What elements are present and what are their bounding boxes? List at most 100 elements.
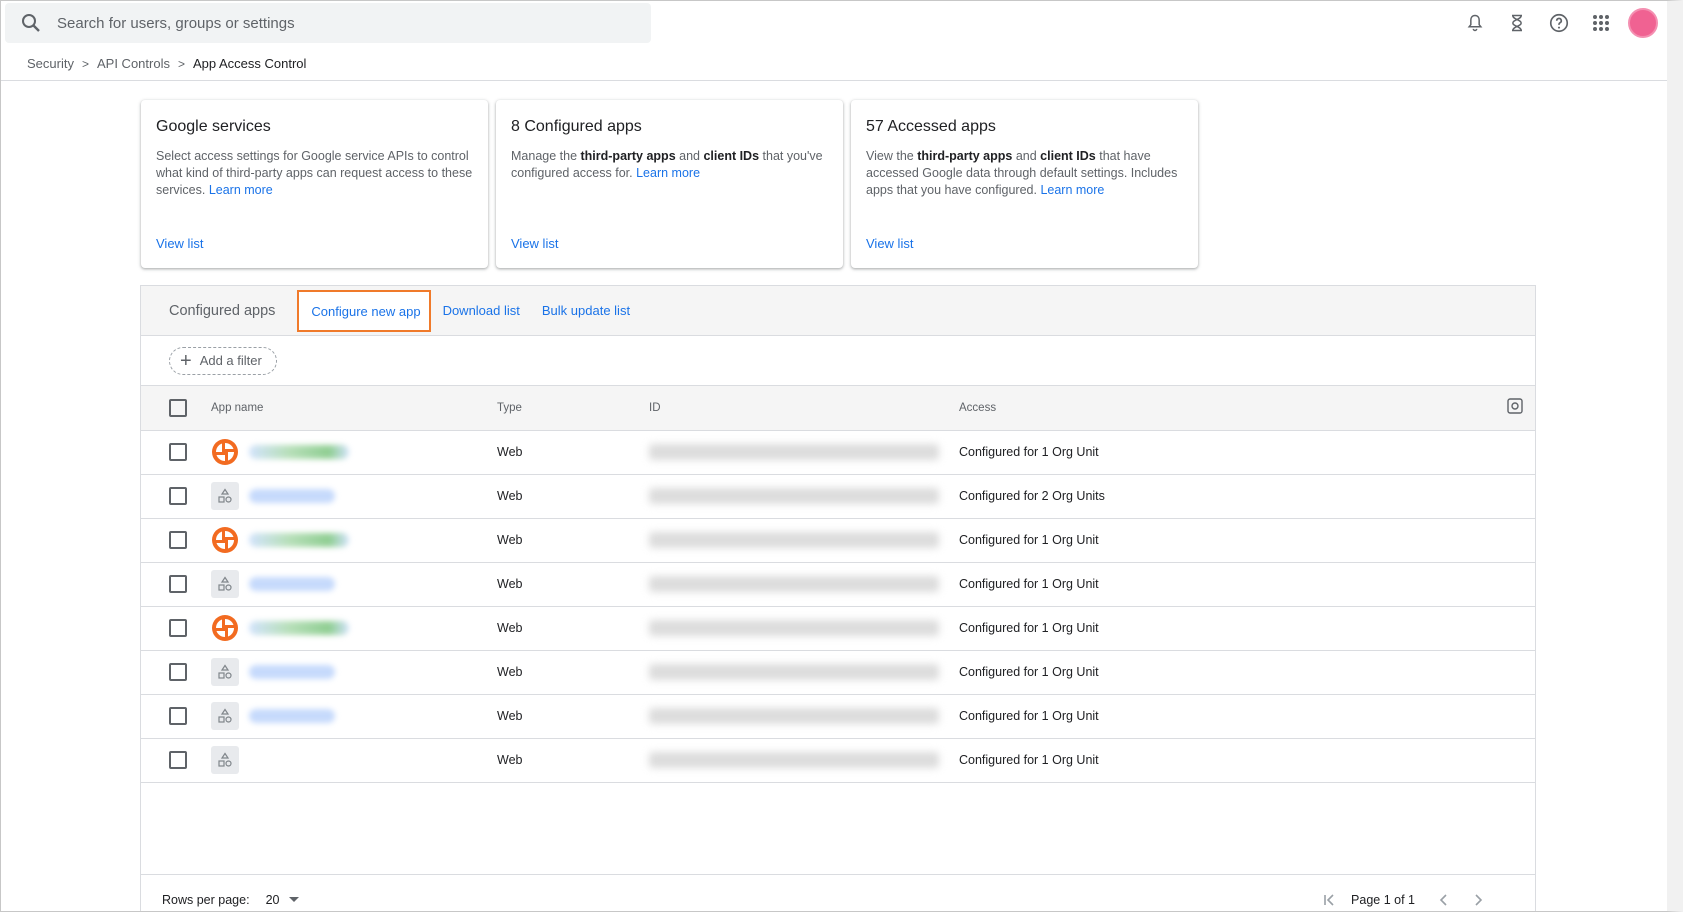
configure-new-app-button[interactable]: Configure new app bbox=[297, 289, 431, 332]
panel-header: Configured apps Configure new app Downlo… bbox=[141, 286, 1535, 336]
table-row[interactable]: Web Configured for 1 Org Unit bbox=[141, 738, 1535, 782]
apps-grid-icon[interactable] bbox=[1580, 5, 1622, 41]
view-list-link[interactable]: View list bbox=[511, 236, 558, 251]
redacted-client-id bbox=[649, 620, 939, 636]
generic-app-icon bbox=[211, 702, 239, 730]
learn-more-link[interactable]: Learn more bbox=[209, 183, 273, 197]
row-checkbox[interactable] bbox=[169, 575, 187, 593]
row-access: Configured for 2 Org Units bbox=[959, 489, 1105, 503]
redacted-app-name[interactable] bbox=[249, 621, 349, 635]
search-box[interactable] bbox=[5, 3, 651, 43]
redacted-app-name[interactable] bbox=[249, 445, 349, 459]
rows-per-page: Rows per page: 20 bbox=[162, 892, 300, 907]
chevron-right-icon: > bbox=[177, 56, 185, 71]
configured-apps-panel: Configured apps Configure new app Downlo… bbox=[140, 285, 1536, 912]
row-type: Web bbox=[497, 445, 523, 459]
redacted-app-name[interactable] bbox=[249, 665, 335, 679]
page-label: Page 1 of 1 bbox=[1351, 892, 1415, 907]
row-checkbox[interactable] bbox=[169, 487, 187, 505]
table-footer: Rows per page: 20 Page 1 of 1 bbox=[141, 874, 1535, 912]
column-access[interactable]: Access bbox=[959, 386, 1442, 430]
row-checkbox[interactable] bbox=[169, 531, 187, 549]
table-row[interactable]: Web Configured for 1 Org Unit bbox=[141, 694, 1535, 738]
row-checkbox[interactable] bbox=[169, 707, 187, 725]
redacted-app-name[interactable] bbox=[249, 577, 335, 591]
redacted-app-name[interactable] bbox=[249, 533, 349, 547]
card-accessed-apps: 57 Accessed apps View the third-party ap… bbox=[851, 100, 1198, 268]
generic-app-icon bbox=[211, 482, 239, 510]
column-type[interactable]: Type bbox=[497, 386, 649, 430]
row-access: Configured for 1 Org Unit bbox=[959, 445, 1099, 459]
redacted-app-name[interactable] bbox=[249, 709, 335, 723]
row-checkbox[interactable] bbox=[169, 443, 187, 461]
row-access: Configured for 1 Org Unit bbox=[959, 533, 1099, 547]
filter-row: + Add a filter bbox=[141, 336, 1535, 386]
table-row[interactable]: Web Configured for 1 Org Unit bbox=[141, 606, 1535, 650]
rows-per-page-value: 20 bbox=[265, 892, 280, 907]
caret-down-icon bbox=[289, 897, 300, 902]
table-row[interactable]: Web Configured for 1 Org Unit bbox=[141, 562, 1535, 606]
card-title: 57 Accessed apps bbox=[866, 118, 996, 135]
breadcrumb-api-controls[interactable]: API Controls bbox=[97, 56, 170, 71]
bell-icon[interactable] bbox=[1454, 5, 1496, 41]
bulk-update-list-button[interactable]: Bulk update list bbox=[542, 303, 630, 318]
column-app-name[interactable]: App name bbox=[211, 386, 497, 430]
orange-swirl-icon bbox=[211, 526, 239, 554]
row-type: Web bbox=[497, 709, 523, 723]
download-list-button[interactable]: Download list bbox=[443, 303, 520, 318]
add-filter-button[interactable]: + Add a filter bbox=[169, 346, 277, 375]
rows-per-page-label: Rows per page: bbox=[162, 892, 250, 907]
row-type: Web bbox=[497, 577, 523, 591]
next-page-icon[interactable] bbox=[1461, 885, 1495, 912]
generic-app-icon bbox=[211, 746, 239, 774]
table-header-row: App name Type ID Access bbox=[141, 386, 1535, 430]
redacted-client-id bbox=[649, 488, 939, 504]
table-row[interactable]: Web Configured for 1 Org Unit bbox=[141, 650, 1535, 694]
table-row[interactable]: Web Configured for 2 Org Units bbox=[141, 474, 1535, 518]
table-row[interactable]: Web Configured for 1 Org Unit bbox=[141, 518, 1535, 562]
header-divider bbox=[1, 80, 1667, 81]
column-settings-icon[interactable] bbox=[1507, 398, 1523, 417]
help-icon[interactable] bbox=[1538, 5, 1580, 41]
select-all-checkbox[interactable] bbox=[169, 398, 187, 417]
panel-title: Configured apps bbox=[169, 302, 276, 319]
vertical-scrollbar[interactable] bbox=[1670, 3, 1680, 883]
row-checkbox[interactable] bbox=[169, 751, 187, 769]
top-icons bbox=[1454, 5, 1658, 41]
row-checkbox[interactable] bbox=[169, 619, 187, 637]
generic-app-icon bbox=[211, 570, 239, 598]
breadcrumb: Security > API Controls > App Access Con… bbox=[27, 56, 306, 71]
redacted-client-id bbox=[649, 576, 939, 592]
prev-page-icon[interactable] bbox=[1427, 885, 1461, 912]
redacted-client-id bbox=[649, 664, 939, 680]
row-checkbox[interactable] bbox=[169, 663, 187, 681]
search-input[interactable] bbox=[57, 14, 617, 32]
row-access: Configured for 1 Org Unit bbox=[959, 709, 1099, 723]
row-type: Web bbox=[497, 489, 523, 503]
card-text: Select access settings for Google servic… bbox=[156, 149, 473, 197]
view-list-link[interactable]: View list bbox=[866, 236, 913, 251]
view-list-link[interactable]: View list bbox=[156, 236, 203, 251]
redacted-client-id bbox=[649, 752, 939, 768]
row-type: Web bbox=[497, 533, 523, 547]
card-title: 8 Configured apps bbox=[511, 118, 642, 135]
redacted-app-name[interactable] bbox=[249, 489, 335, 503]
orange-swirl-icon bbox=[211, 438, 239, 466]
orange-swirl-icon bbox=[211, 614, 239, 642]
hourglass-icon[interactable] bbox=[1496, 5, 1538, 41]
row-type: Web bbox=[497, 621, 523, 635]
learn-more-link[interactable]: Learn more bbox=[636, 166, 700, 180]
search-icon bbox=[19, 11, 43, 35]
card-text: Manage the third-party apps and client I… bbox=[511, 149, 823, 180]
column-id[interactable]: ID bbox=[649, 386, 959, 430]
first-page-icon[interactable] bbox=[1313, 885, 1347, 912]
breadcrumb-security[interactable]: Security bbox=[27, 56, 74, 71]
app-window: Security > API Controls > App Access Con… bbox=[0, 0, 1683, 912]
avatar[interactable] bbox=[1628, 8, 1658, 38]
apps-table: App name Type ID Access Web Configured fo… bbox=[141, 386, 1535, 783]
row-access: Configured for 1 Org Unit bbox=[959, 621, 1099, 635]
rows-per-page-select[interactable]: 20 bbox=[266, 893, 300, 907]
table-row[interactable]: Web Configured for 1 Org Unit bbox=[141, 430, 1535, 474]
learn-more-link[interactable]: Learn more bbox=[1040, 183, 1104, 197]
pagination: Page 1 of 1 bbox=[1313, 885, 1495, 912]
